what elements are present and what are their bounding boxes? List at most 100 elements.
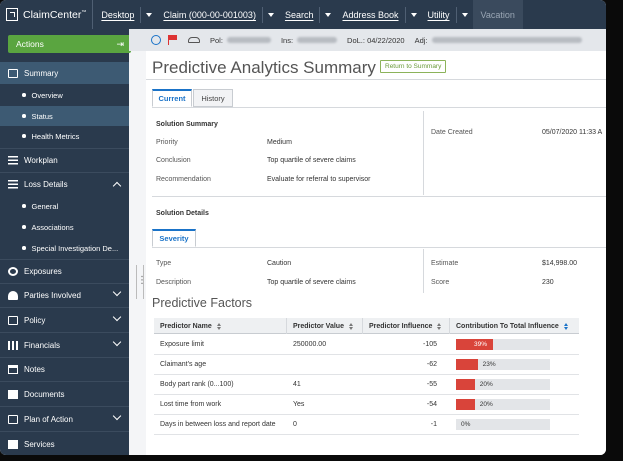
contribution-label: 20%	[479, 401, 493, 408]
chart-icon	[8, 340, 18, 350]
column-header-predictor-name[interactable]: Predictor Name	[154, 318, 287, 334]
sidebar-item-health-metrics[interactable]: Health Metrics	[0, 126, 129, 146]
top-navigation: ClaimCenter™ Desktop Claim (000-00-00100…	[0, 0, 606, 29]
nav-address-book[interactable]: Address Book	[336, 0, 421, 29]
folder-icon	[8, 389, 18, 399]
sidebar-item-documents[interactable]: Documents	[0, 383, 129, 405]
flag-icon[interactable]	[168, 35, 178, 45]
chevron-down-icon[interactable]	[261, 6, 279, 23]
column-divider	[423, 111, 424, 195]
sidebar-item-workplan[interactable]: Workplan	[0, 149, 129, 171]
column-header-contribution[interactable]: Contribution To Total Influence	[450, 318, 579, 334]
sidebar-item-plan-of-action[interactable]: Plan of Action	[0, 408, 129, 430]
recommendation-label: Recommendation	[156, 176, 211, 183]
chevron-down-icon[interactable]	[112, 337, 122, 347]
chevron-down-icon[interactable]	[455, 6, 473, 23]
contribution-bar-fill	[456, 379, 475, 390]
predictor-value-cell: Yes	[293, 401, 305, 408]
chevron-down-icon[interactable]	[112, 411, 122, 421]
sidebar-item-overview[interactable]: Overview	[0, 85, 129, 105]
sidebar-item-parties-involved[interactable]: Parties Involved	[0, 284, 129, 306]
table-row: Body part rank (0...100) 41 -55 20%	[154, 375, 579, 395]
nav-vacation: Vacation	[472, 0, 523, 29]
tab-divider	[152, 107, 606, 108]
contribution-bar: 20%	[456, 399, 550, 410]
sidebar-divider	[0, 307, 129, 308]
list-icon	[8, 155, 18, 165]
sidebar-item-special-investigation[interactable]: Special Investigation De...	[0, 238, 129, 258]
insured-label: Ins:	[280, 35, 294, 45]
nav-utility[interactable]: Utility	[422, 0, 473, 29]
column-header-predictor-influence[interactable]: Predictor Influence	[363, 318, 450, 334]
status-circle-icon[interactable]	[151, 35, 161, 45]
contribution-bar-fill	[456, 359, 478, 370]
main-content: Predictive Analytics Summary Return to S…	[146, 51, 606, 455]
contribution-bar-fill	[456, 399, 475, 410]
nav-search[interactable]: Search	[279, 0, 337, 29]
nav-claim[interactable]: Claim (000-00-001003)	[157, 0, 279, 29]
chevron-down-icon[interactable]	[112, 312, 122, 322]
contribution-label: 20%	[479, 381, 493, 388]
score-value: 230	[542, 279, 554, 286]
tab-severity[interactable]: Severity	[152, 229, 196, 247]
description-label: Description	[156, 279, 192, 286]
severity-tab-divider	[152, 247, 606, 248]
table-header: Predictor Name Predictor Value Predictor…	[154, 318, 579, 334]
priority-label: Priority	[156, 139, 178, 146]
table-row: Exposure limit 250000.00 -105 39%	[154, 335, 579, 355]
app-logo[interactable]: ClaimCenter™	[0, 0, 92, 29]
chevron-up-icon[interactable]	[112, 181, 122, 191]
sidebar: Actions ⇥ Summary Overview Status Health…	[0, 29, 131, 455]
wrench-icon	[8, 439, 18, 449]
type-value: Caution	[267, 260, 292, 267]
chevron-down-icon[interactable]	[112, 287, 122, 297]
bullet-icon	[22, 114, 26, 118]
table-row: Lost time from work Yes -54 20%	[154, 395, 579, 415]
tab-history[interactable]: History	[193, 89, 233, 107]
conclusion-value: Top quartile of severe claims	[267, 157, 356, 164]
priority-value: Medium	[267, 139, 292, 146]
sidebar-item-policy[interactable]: Policy	[0, 309, 129, 331]
sort-icon[interactable]	[563, 322, 569, 330]
actions-button[interactable]: Actions ⇥	[8, 35, 131, 53]
chevron-down-icon[interactable]	[404, 6, 422, 23]
section-divider	[152, 196, 606, 197]
sidebar-item-associations[interactable]: Associations	[0, 217, 129, 237]
bullet-icon	[22, 93, 26, 97]
contribution-bar: 23%	[456, 359, 550, 370]
contribution-label: 0%	[461, 421, 471, 428]
sidebar-resize-handle[interactable]	[136, 265, 147, 299]
predictive-factors-title: Predictive Factors	[152, 296, 253, 310]
predictor-influence-cell: -55	[426, 381, 437, 388]
predictor-influence-cell: -105	[422, 341, 437, 348]
sort-icon[interactable]	[437, 322, 442, 330]
column-divider	[423, 249, 424, 293]
sidebar-divider	[0, 381, 129, 382]
app-window: ClaimCenter™ Desktop Claim (000-00-00100…	[0, 0, 606, 455]
bullet-icon	[22, 134, 26, 138]
sidebar-item-loss-details[interactable]: Loss Details	[0, 173, 129, 195]
table-row: Days in between loss and report date 0 -1 0…	[154, 415, 579, 435]
policy-number-redacted	[226, 37, 271, 43]
date-created-label: Date Created	[431, 129, 473, 136]
nav-desktop[interactable]: Desktop	[92, 0, 157, 29]
sidebar-item-notes[interactable]: Notes	[0, 358, 129, 380]
date-created-value: 05/07/2020 11:33 A	[542, 129, 603, 136]
sidebar-item-summary[interactable]: Summary	[0, 62, 129, 84]
tab-current[interactable]: Current	[152, 89, 192, 107]
bullet-icon	[22, 225, 26, 229]
return-to-summary-button[interactable]: Return to Summary	[380, 60, 447, 73]
sidebar-item-exposures[interactable]: Exposures	[0, 260, 129, 282]
predictor-name-cell: Body part rank (0...100)	[160, 381, 234, 388]
sort-icon[interactable]	[348, 322, 354, 330]
sidebar-item-status[interactable]: Status	[0, 106, 129, 126]
predictor-name-cell: Lost time from work	[160, 401, 222, 408]
sidebar-item-financials[interactable]: Financials	[0, 334, 129, 356]
chevron-down-icon[interactable]	[319, 6, 336, 23]
chevron-down-icon[interactable]	[140, 6, 157, 23]
sidebar-item-services[interactable]: Services	[0, 433, 129, 455]
column-header-predictor-value[interactable]: Predictor Value	[287, 318, 363, 334]
sort-icon[interactable]	[216, 322, 222, 330]
adjuster-name-redacted	[431, 37, 582, 43]
sidebar-item-general[interactable]: General	[0, 196, 129, 216]
